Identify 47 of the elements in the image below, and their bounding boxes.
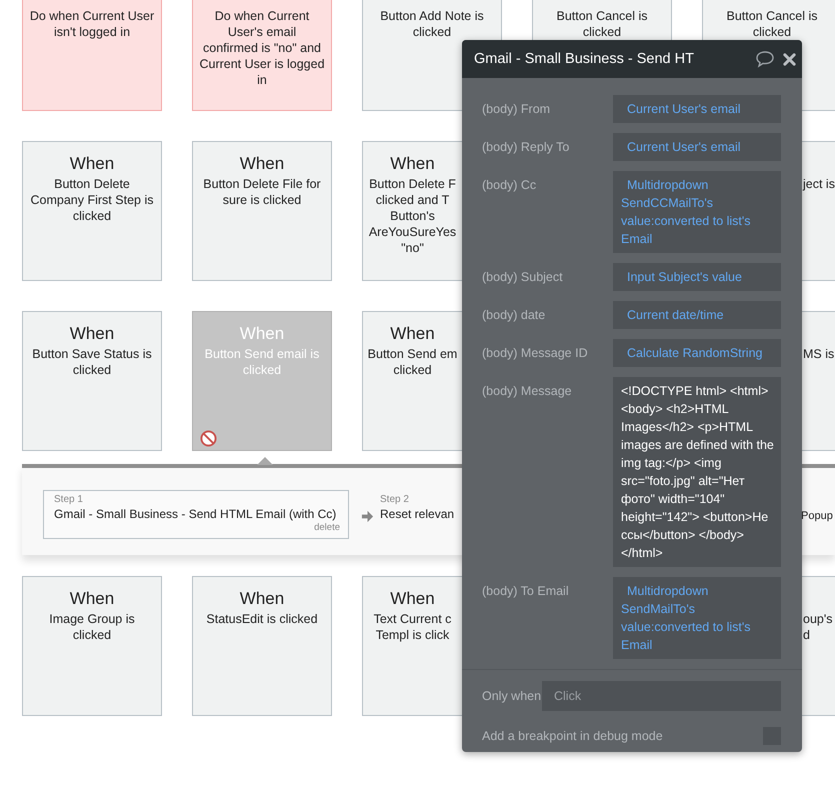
card-text: Button Cancel is clicked bbox=[725, 8, 819, 40]
card-text: clicked and T bbox=[376, 192, 450, 208]
field-label: (body) Cc bbox=[482, 177, 538, 194]
step-title: Reset relevan bbox=[380, 506, 454, 522]
card-heading: When bbox=[70, 154, 114, 174]
card-text: MS is bbox=[803, 346, 834, 362]
card-heading: When bbox=[240, 324, 284, 344]
card-text: Button Delete File for sure is clicked bbox=[202, 176, 322, 208]
card-heading: When bbox=[70, 324, 114, 344]
card-heading: When bbox=[390, 324, 435, 344]
card-heading: When bbox=[240, 589, 284, 609]
card-text: Button Delete F bbox=[369, 176, 456, 192]
card-text: Do when Current User isn't logged in bbox=[28, 8, 156, 40]
card-text: Button Save Status is clicked bbox=[31, 346, 153, 378]
field-label: (body) Message bbox=[482, 383, 573, 400]
card-heading: When bbox=[70, 589, 114, 609]
card-text: Button Delete Company First Step is clicked bbox=[30, 176, 154, 224]
card-text: "no" bbox=[401, 240, 424, 256]
card-heading: When bbox=[240, 154, 284, 174]
card-text: Button Add Note is clicked bbox=[379, 8, 485, 40]
card-text: Button Send email is clicked bbox=[204, 346, 320, 378]
checkbox-label: Add a breakpoint in debug mode bbox=[482, 728, 663, 745]
card-text: oup's bbox=[803, 611, 832, 627]
step-title: Gmail - Small Business - Send HTML Email (with Cc) bbox=[54, 506, 338, 522]
field-label: (body) date bbox=[482, 307, 546, 324]
card-heading: When bbox=[390, 589, 435, 609]
card-heading: When bbox=[390, 154, 435, 174]
field-label: (body) Reply To bbox=[482, 139, 570, 156]
card-text: Text Current c bbox=[374, 611, 452, 627]
card-text: Button Send em bbox=[368, 346, 458, 362]
card-text: Button Cancel is clicked bbox=[555, 8, 649, 40]
card-text: Image Group is clicked bbox=[48, 611, 136, 643]
card-text: Button's bbox=[390, 208, 435, 224]
field-label: (body) To Email bbox=[482, 583, 570, 600]
card-text: d bbox=[803, 627, 810, 643]
step-number: Step 1 bbox=[54, 494, 84, 506]
field-label: (body) Subject bbox=[482, 269, 564, 286]
card-text: clicked bbox=[393, 362, 432, 378]
card-text: ject is bbox=[803, 176, 835, 192]
field-label: (body) Message ID bbox=[482, 345, 589, 362]
step-number: Step 2 bbox=[380, 494, 409, 506]
card-text: StatusEdit is clicked bbox=[205, 611, 319, 627]
field-label: Only when bbox=[482, 688, 542, 705]
card-text: AreYouSureYes bbox=[368, 224, 456, 240]
card-text: Do when Current User's email confirmed is "no" and Current User is logged in bbox=[198, 8, 326, 88]
card-text: Templ is click bbox=[376, 627, 450, 643]
step-title: Popup bbox=[801, 510, 833, 522]
